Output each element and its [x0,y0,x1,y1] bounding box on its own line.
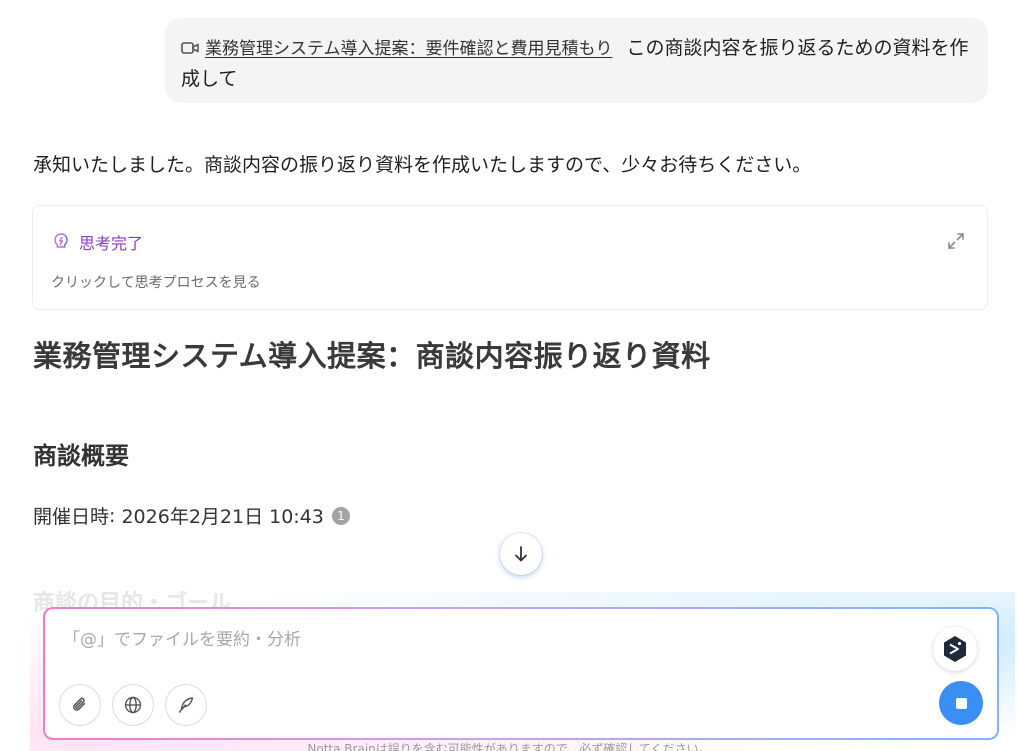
meeting-reference-link[interactable]: 業務管理システム導入提案：要件確認と費用見積もり [205,39,613,59]
video-icon [181,42,199,54]
web-search-button[interactable] [112,684,154,726]
assistant-logo-icon [944,636,966,662]
meeting-datetime-value: 2026年2月21日 10:43 [121,506,324,528]
thinking-status: 思考完了 [79,234,144,253]
feather-icon [178,697,194,713]
globe-icon [124,696,142,714]
thinking-card[interactable]: 思考完了 クリックして思考プロセスを見る [32,205,988,310]
assistant-button[interactable] [933,627,977,671]
citation-badge[interactable]: 1 [331,506,350,525]
user-message-bubble: 業務管理システム導入提案：要件確認と費用見積もり この商談内容を振り返るための資… [165,18,988,103]
thinking-hint: クリックして思考プロセスを見る [51,275,261,291]
stop-generation-button[interactable] [939,681,983,725]
stop-icon [955,697,967,709]
document-title: 業務管理システム導入提案：商談内容振り返り資料 [33,339,711,373]
thinking-toggle[interactable]: 思考完了 [51,230,143,254]
section-heading: 商談概要 [33,442,129,470]
assistant-reply: 承知いたしました。商談内容の振り返り資料を作成いたしますので、少々お待ちください… [33,154,812,176]
expand-icon[interactable] [947,232,965,250]
writing-style-button[interactable] [165,684,207,726]
composer [43,607,999,740]
arrow-down-icon [515,546,527,562]
meeting-datetime-label: 開催日時 [33,506,110,528]
meeting-datetime-separator: : [109,504,122,527]
lightbulb-icon [54,233,68,251]
scroll-to-bottom-button[interactable] [500,533,542,575]
meeting-datetime: 開催日時: 2026年2月21日 10:43 1 [33,502,350,529]
paperclip-icon [73,697,86,711]
attach-button[interactable] [59,684,101,726]
composer-input[interactable] [63,625,923,655]
disclaimer: Notta Brainは誤りを含む可能性がありますので、必ず確認してください。 [307,742,711,751]
